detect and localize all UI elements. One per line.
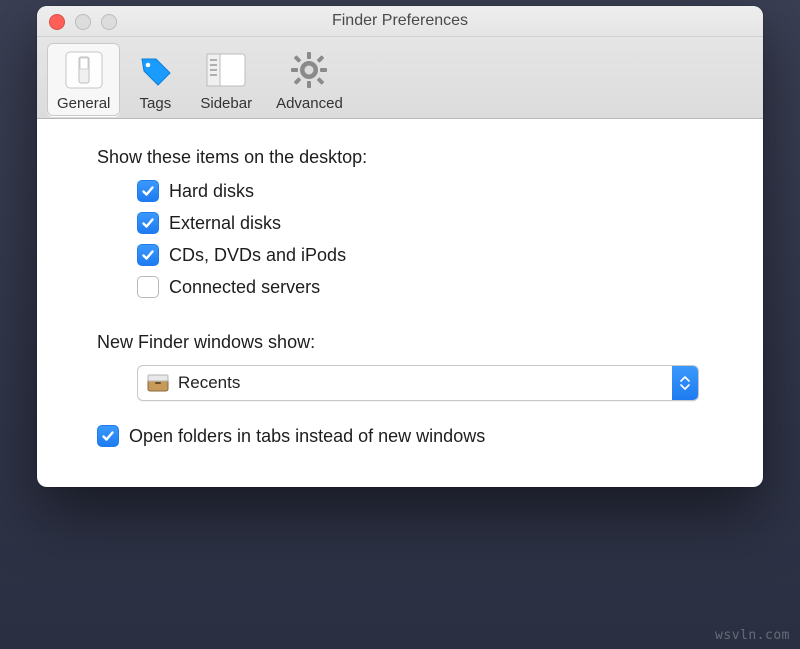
checkmark-icon <box>137 244 159 266</box>
tab-sidebar[interactable]: Sidebar <box>190 43 262 116</box>
checkmark-icon <box>137 180 159 202</box>
checkbox-label: CDs, DVDs and iPods <box>169 245 346 266</box>
maximize-button[interactable] <box>101 14 117 30</box>
checkmark-icon <box>97 425 119 447</box>
tag-icon <box>134 49 176 91</box>
tab-tags[interactable]: Tags <box>124 43 186 116</box>
new-finder-windows-select[interactable]: Recents <box>137 365 699 401</box>
tab-label: General <box>57 95 110 112</box>
tab-advanced[interactable]: Advanced <box>266 43 353 116</box>
checkbox-connected-servers[interactable]: Connected servers <box>137 276 733 298</box>
tab-label: Tags <box>140 95 172 112</box>
recents-drawer-icon <box>144 369 172 397</box>
checkmark-icon <box>137 212 159 234</box>
tab-general[interactable]: General <box>47 43 120 116</box>
checkbox-label: Open folders in tabs instead of new wind… <box>129 426 485 447</box>
checkbox-label: Connected servers <box>169 277 320 298</box>
checkbox-cds-dvds-ipods[interactable]: CDs, DVDs and iPods <box>137 244 733 266</box>
checkbox-external-disks[interactable]: External disks <box>137 212 733 234</box>
chevron-updown-icon <box>672 366 698 400</box>
preferences-window: Finder Preferences General <box>37 6 763 487</box>
tab-label: Sidebar <box>200 95 252 112</box>
sidebar-icon <box>205 49 247 91</box>
new-finder-windows-label: New Finder windows show: <box>97 332 733 353</box>
close-button[interactable] <box>49 14 65 30</box>
tab-label: Advanced <box>276 95 343 112</box>
content-pane: Show these items on the desktop: Hard di… <box>37 119 763 487</box>
window-controls <box>49 14 117 30</box>
titlebar: Finder Preferences <box>37 6 763 37</box>
gear-icon <box>288 49 330 91</box>
desktop-items-label: Show these items on the desktop: <box>97 147 733 168</box>
checkbox-label: External disks <box>169 213 281 234</box>
minimize-button[interactable] <box>75 14 91 30</box>
watermark: wsvln.com <box>715 628 790 643</box>
checkbox-empty-icon <box>137 276 159 298</box>
switch-icon <box>63 49 105 91</box>
checkbox-label: Hard disks <box>169 181 254 202</box>
checkbox-hard-disks[interactable]: Hard disks <box>137 180 733 202</box>
window-title: Finder Preferences <box>332 12 468 30</box>
select-value: Recents <box>178 373 672 393</box>
checkbox-open-in-tabs[interactable]: Open folders in tabs instead of new wind… <box>97 425 733 447</box>
toolbar: General Tags <box>37 37 763 119</box>
